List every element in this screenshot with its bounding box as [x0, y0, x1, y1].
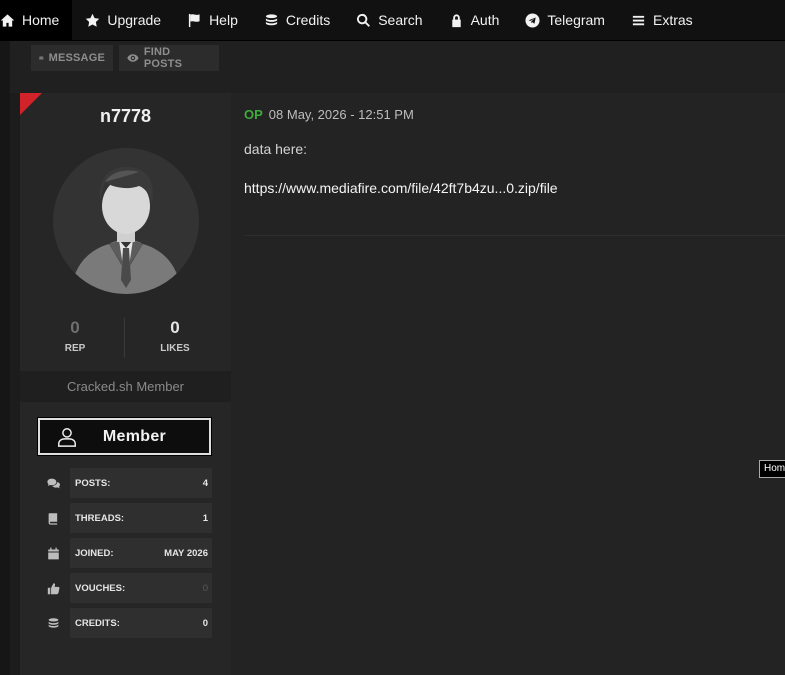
op-badge: OP: [244, 107, 263, 122]
likes-label: LIKES: [160, 343, 190, 354]
joined-label: JOINED:: [75, 547, 114, 559]
info-row-body: THREADS: 1: [70, 503, 212, 533]
username[interactable]: n7778: [20, 106, 231, 127]
info-icon-cell: [38, 608, 68, 638]
info-row-body: POSTS: 4: [70, 468, 212, 498]
info-icon-cell: [38, 573, 68, 603]
message-button-label: MESSAGE: [48, 52, 105, 64]
star-icon: [86, 13, 100, 27]
search-icon: [357, 13, 371, 27]
menu-icon: [632, 15, 645, 25]
nav-telegram-label: Telegram: [547, 12, 605, 28]
post-meta: OP 08 May, 2026 - 12:51 PM: [244, 107, 414, 122]
info-icon-cell: [38, 468, 68, 498]
book-icon: [48, 512, 57, 525]
info-row-threads: THREADS: 1: [38, 503, 212, 533]
avatar[interactable]: [53, 148, 199, 294]
nav-extras[interactable]: Extras: [618, 0, 706, 40]
vouches-label: VOUCHES:: [75, 582, 126, 594]
nav-help[interactable]: Help: [174, 0, 251, 40]
post-body: data here: https://www.mediafire.com/fil…: [244, 139, 558, 198]
nav-help-label: Help: [209, 12, 238, 28]
top-navigation: Home Upgrade Help Credits Search Auth Te…: [0, 0, 785, 41]
info-row-vouches: VOUCHES: 0: [38, 573, 212, 603]
comments-icon: [46, 478, 60, 488]
info-row-posts: POSTS: 4: [38, 468, 212, 498]
nav-search-label: Search: [378, 12, 423, 28]
coins-icon: [265, 13, 277, 25]
find-posts-button[interactable]: FIND POSTS: [119, 45, 219, 71]
flag-icon: [188, 13, 200, 27]
credits-label: CREDITS:: [75, 617, 120, 629]
left-edge: [0, 41, 10, 675]
likes-value: 0: [170, 318, 180, 337]
rep-stat: 0 REP: [25, 318, 125, 354]
posts-label: POSTS:: [75, 477, 111, 489]
info-row-body: CREDITS: 0: [70, 608, 212, 638]
rank-label: Member: [102, 427, 167, 445]
nav-home[interactable]: Home: [0, 0, 73, 40]
post-text: data here:: [244, 141, 308, 157]
nav-telegram[interactable]: Telegram: [512, 0, 618, 40]
info-row-body: VOUCHES: 0: [70, 573, 212, 603]
tooltip: Home: [759, 460, 785, 478]
calendar-icon: [47, 547, 59, 559]
vouches-value: 0: [202, 582, 208, 594]
find-posts-button-label: FIND POSTS: [143, 46, 183, 70]
user-icon: [58, 427, 76, 447]
default-avatar-icon: [71, 166, 181, 294]
nav-extras-label: Extras: [652, 12, 693, 28]
nav-credits-label: Credits: [285, 12, 331, 28]
envelope-icon: [39, 56, 44, 60]
rep-label: REP: [64, 343, 86, 354]
home-icon: [0, 13, 15, 27]
nav-search[interactable]: Search: [343, 0, 435, 40]
info-icon-cell: [38, 538, 68, 568]
nav-auth[interactable]: Auth: [436, 0, 513, 40]
rep-value: 0: [70, 318, 80, 337]
coins-icon: [48, 617, 58, 628]
nav-upgrade[interactable]: Upgrade: [72, 0, 174, 40]
nav-upgrade-label: Upgrade: [107, 12, 162, 28]
thumbs-up-icon: [47, 582, 59, 594]
credits-value: 0: [202, 617, 208, 629]
profile-toolbar: [0, 41, 785, 93]
joined-value: MAY 2026: [164, 547, 208, 559]
member-title: Cracked.sh Member: [20, 371, 231, 402]
info-row-credits: CREDITS: 0: [38, 608, 212, 638]
threads-value: 1: [202, 512, 208, 524]
lock-icon: [451, 13, 461, 27]
likes-stat: 0 LIKES: [125, 318, 225, 354]
message-button[interactable]: MESSAGE: [31, 45, 113, 71]
nav-credits[interactable]: Credits: [251, 0, 343, 40]
post-separator: [244, 235, 785, 236]
rank-badge: Member: [38, 418, 211, 455]
posts-value: 4: [202, 477, 208, 489]
info-row-joined: JOINED: MAY 2026: [38, 538, 212, 568]
post-link[interactable]: https://www.mediafire.com/file/42ft7b4zu…: [244, 178, 558, 198]
telegram-icon: [525, 12, 540, 28]
eye-icon: [127, 54, 139, 62]
nav-home-label: Home: [22, 12, 60, 28]
threads-label: THREADS:: [75, 512, 125, 524]
info-row-body: JOINED: MAY 2026: [70, 538, 212, 568]
nav-auth-label: Auth: [470, 12, 500, 28]
post-date[interactable]: 08 May, 2026 - 12:51 PM: [269, 107, 414, 122]
info-icon-cell: [38, 503, 68, 533]
